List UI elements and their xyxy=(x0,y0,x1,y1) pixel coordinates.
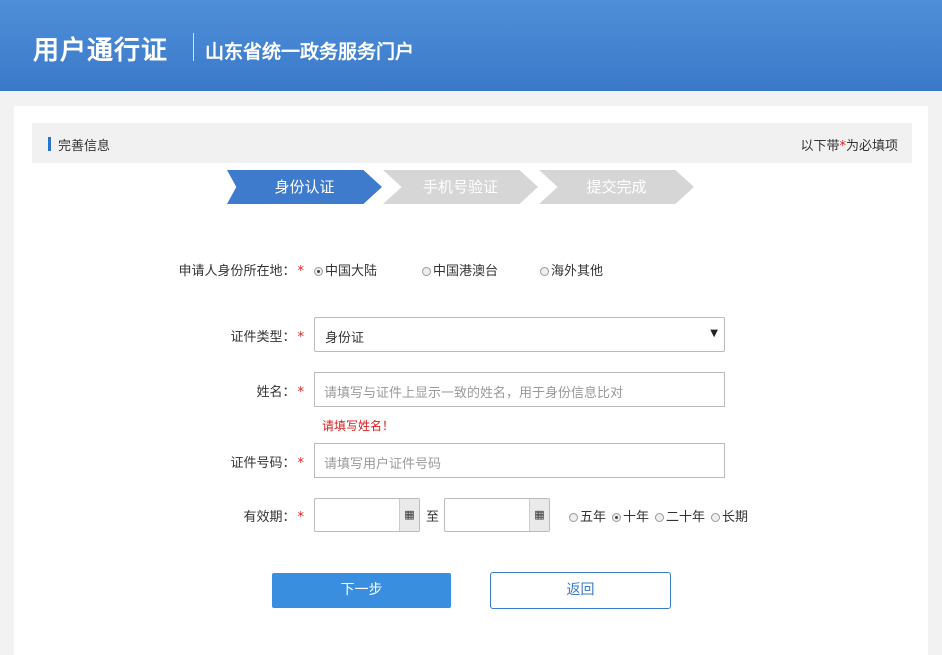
calendar-icon[interactable]: ▦ xyxy=(399,499,419,531)
id-number-placeholder: 请填写用户证件号码 xyxy=(324,457,442,472)
name-error-message: 请填写姓名！ xyxy=(322,419,395,433)
radio-icon[interactable] xyxy=(422,267,431,276)
location-option-label: 海外其他 xyxy=(551,264,604,279)
step-complete: 提交完成 xyxy=(539,170,694,204)
validity-option-permanent[interactable]: 长期 xyxy=(711,506,748,525)
validity-option-10y[interactable]: 十年 xyxy=(612,506,649,525)
validity-end-date[interactable]: ▦ xyxy=(444,498,550,532)
date-range-separator: 至 xyxy=(426,510,440,525)
required-star: * xyxy=(297,264,305,279)
next-button[interactable]: 下一步 xyxy=(272,573,451,608)
back-button[interactable]: 返回 xyxy=(490,572,671,609)
required-star: * xyxy=(297,330,305,345)
site-title: 用户通行证 xyxy=(33,36,169,66)
section-marker xyxy=(48,137,51,151)
id-type-value: 身份证 xyxy=(325,331,365,346)
validity-option-20y[interactable]: 二十年 xyxy=(655,506,705,525)
header-divider xyxy=(193,33,194,61)
location-option-mainland[interactable]: 中国大陆 xyxy=(314,260,377,279)
name-label-text: 姓名： xyxy=(256,385,296,400)
name-label: 姓名： * xyxy=(164,381,304,400)
validity-option-label: 五年 xyxy=(580,510,607,525)
required-note-suffix: 为必填项 xyxy=(845,139,898,154)
radio-icon-checked[interactable] xyxy=(612,513,621,522)
location-label: 申请人身份所在地： * xyxy=(164,260,304,279)
radio-icon[interactable] xyxy=(540,267,549,276)
id-number-label-text: 证件号码： xyxy=(230,456,296,471)
id-type-label: 证件类型： * xyxy=(164,326,304,345)
step-phone: 手机号验证 xyxy=(383,170,538,204)
page-header: 用户通行证 山东省统一政务服务门户 xyxy=(0,0,942,91)
step-identity: 身份认证 xyxy=(227,170,382,204)
calendar-icon[interactable]: ▦ xyxy=(529,499,549,531)
radio-icon-checked[interactable] xyxy=(314,267,323,276)
name-placeholder: 请填写与证件上显示一致的姓名，用于身份信息比对 xyxy=(324,386,624,401)
location-option-hkmt[interactable]: 中国港澳台 xyxy=(422,260,498,279)
form-card: 完善信息 以下带*为必填项 身份认证 手机号验证 提交完成 申请人身份所在地： *… xyxy=(14,106,928,655)
location-option-label: 中国大陆 xyxy=(325,264,378,279)
validity-option-label: 长期 xyxy=(722,510,749,525)
required-note: 以下带*为必填项 xyxy=(800,135,898,154)
dropdown-arrow-icon: ▼ xyxy=(710,328,718,339)
validity-label: 有效期： * xyxy=(164,506,304,525)
site-subtitle: 山东省统一政务服务门户 xyxy=(205,41,415,63)
radio-icon[interactable] xyxy=(569,513,578,522)
id-number-label: 证件号码： * xyxy=(164,452,304,471)
section-title: 完善信息 xyxy=(58,139,111,154)
location-label-text: 申请人身份所在地： xyxy=(178,264,296,279)
location-option-label: 中国港澳台 xyxy=(433,264,499,279)
radio-icon[interactable] xyxy=(711,513,720,522)
section-bar: 完善信息 以下带*为必填项 xyxy=(32,123,912,163)
radio-icon[interactable] xyxy=(655,513,664,522)
id-type-label-text: 证件类型： xyxy=(230,330,296,345)
validity-option-label: 二十年 xyxy=(666,510,706,525)
progress-steps: 身份认证 手机号验证 提交完成 xyxy=(227,170,697,204)
validity-start-date[interactable]: ▦ xyxy=(314,498,420,532)
validity-label-text: 有效期： xyxy=(243,510,296,525)
validity-option-label: 十年 xyxy=(623,510,650,525)
id-number-input[interactable]: 请填写用户证件号码 xyxy=(314,443,725,478)
name-input[interactable]: 请填写与证件上显示一致的姓名，用于身份信息比对 xyxy=(314,372,725,407)
required-note-prefix: 以下带 xyxy=(800,139,840,154)
location-option-overseas[interactable]: 海外其他 xyxy=(540,260,603,279)
required-star: * xyxy=(297,456,305,471)
required-star: * xyxy=(297,510,305,525)
required-star: * xyxy=(297,385,305,400)
id-type-select[interactable]: 身份证 ▼ xyxy=(314,317,725,352)
validity-option-5y[interactable]: 五年 xyxy=(569,506,606,525)
